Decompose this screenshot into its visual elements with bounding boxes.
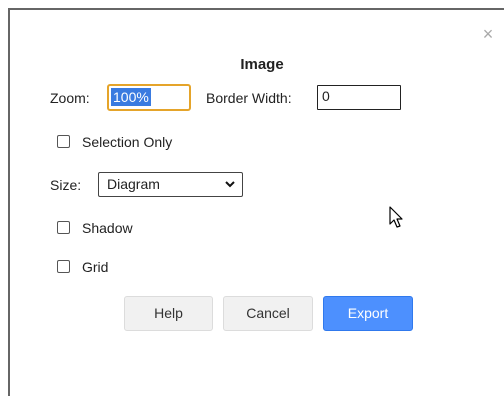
selection-only-label: Selection Only [82,134,173,150]
selection-only-checkbox[interactable] [57,135,70,148]
close-icon[interactable]: × [480,25,496,43]
mouse-cursor-icon [389,206,403,228]
grid-label: Grid [82,259,109,275]
border-width-label: Border Width: [206,90,292,106]
zoom-label: Zoom: [50,90,90,106]
border-width-value: 0 [322,88,330,104]
grid-checkbox[interactable] [57,260,70,273]
size-select-value: Diagram [107,176,160,192]
dialog-top-border [8,8,504,10]
help-button[interactable]: Help [124,296,213,331]
border-width-input[interactable]: 0 [317,85,401,110]
dialog-title: Image [240,56,284,73]
image-export-dialog: × Image Zoom: 100% Border Width: 0 Selec… [0,0,504,396]
shadow-checkbox[interactable] [57,221,70,234]
size-label: Size: [50,177,82,193]
zoom-value: 100% [111,88,151,106]
export-button[interactable]: Export [323,296,413,331]
shadow-label: Shadow [82,220,133,236]
size-select[interactable]: Diagram [98,172,243,197]
cancel-button[interactable]: Cancel [223,296,313,331]
chevron-down-icon [225,181,235,188]
